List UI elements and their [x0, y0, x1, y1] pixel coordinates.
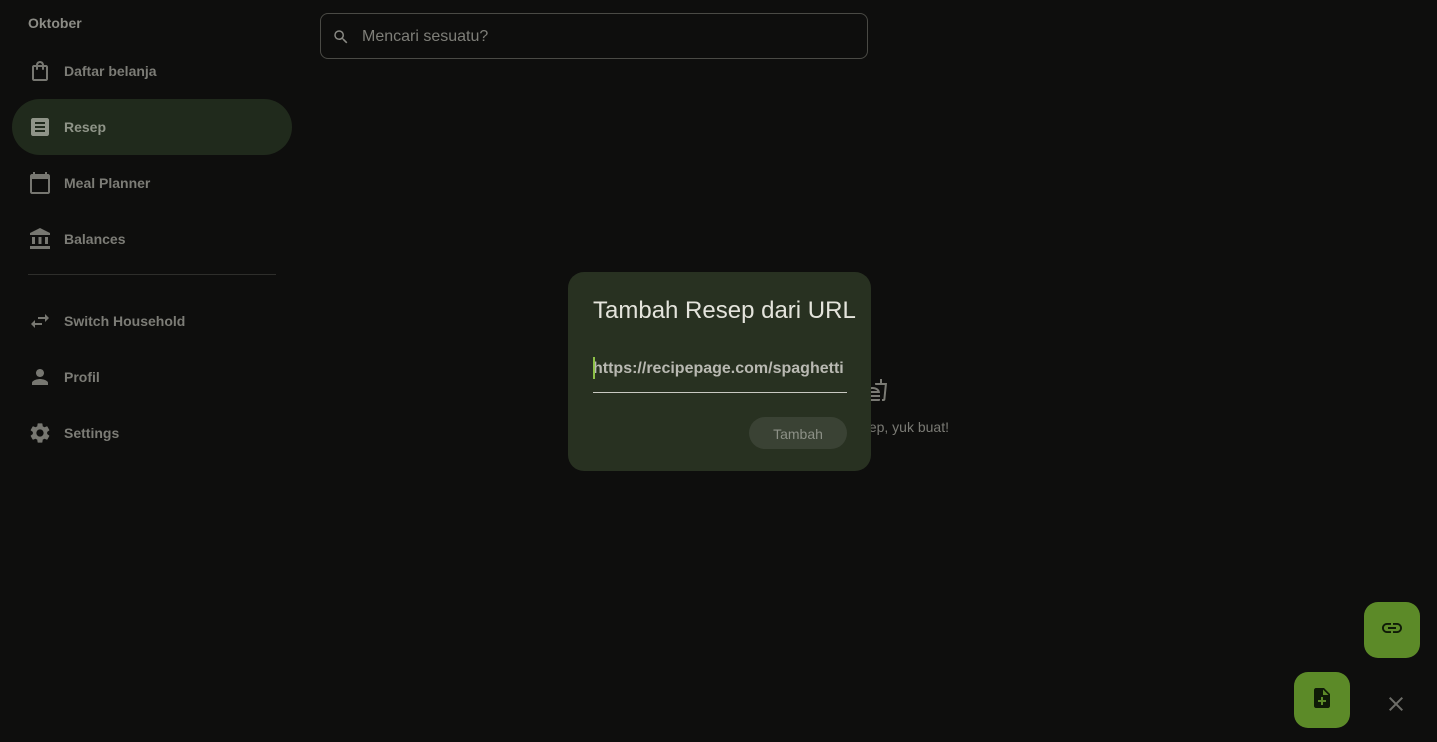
swap-icon — [28, 309, 52, 333]
search-bar[interactable] — [320, 13, 868, 60]
shopping-bag-icon — [28, 59, 52, 83]
calendar-icon — [28, 171, 52, 195]
search-input[interactable] — [360, 14, 854, 60]
url-field[interactable]: https://recipepage.com/spaghetti — [593, 356, 847, 393]
dialog-title: Tambah Resep dari URL — [593, 297, 856, 324]
sidebar-item-label: Settings — [64, 425, 120, 441]
url-input[interactable]: https://recipepage.com/spaghetti — [593, 360, 847, 378]
sidebar-item-label: Meal Planner — [64, 175, 151, 191]
sidebar-item-balances[interactable]: Balances — [12, 211, 292, 267]
sidebar-item-label: Profil — [64, 369, 100, 385]
sidebar-item-shopping-list[interactable]: Daftar belanja — [12, 43, 292, 99]
sidebar-item-profile[interactable]: Profil — [12, 349, 292, 405]
receipt-icon — [28, 115, 52, 139]
close-icon[interactable] — [1384, 692, 1408, 716]
sidebar-divider — [28, 274, 276, 275]
add-recipe-url-dialog: Tambah Resep dari URL https://recipepage… — [568, 272, 871, 471]
gear-icon — [28, 421, 52, 445]
add-from-url-fab[interactable] — [1364, 602, 1420, 658]
add-button[interactable]: Tambah — [749, 417, 847, 449]
person-icon — [28, 365, 52, 389]
sidebar-item-label: Resep — [64, 119, 107, 135]
sidebar-item-meal-planner[interactable]: Meal Planner — [12, 155, 292, 211]
search-icon — [332, 28, 350, 46]
sidebar-item-label: Switch Household — [64, 313, 186, 329]
sidebar: Oktober Daftar belanja Resep Meal Planne… — [0, 0, 304, 742]
new-recipe-fab[interactable] — [1294, 672, 1350, 728]
sidebar-item-recipes[interactable]: Resep — [12, 99, 292, 155]
link-icon — [1380, 616, 1404, 645]
text-caret — [593, 357, 595, 379]
household-name[interactable]: Oktober — [28, 15, 82, 31]
note-add-icon — [1310, 686, 1334, 715]
sidebar-item-settings[interactable]: Settings — [12, 405, 292, 461]
sidebar-item-label: Balances — [64, 231, 126, 247]
sidebar-item-switch-household[interactable]: Switch Household — [12, 293, 292, 349]
app: Oktober Daftar belanja Resep Meal Planne… — [0, 0, 1437, 742]
sidebar-item-label: Daftar belanja — [64, 63, 157, 79]
bank-icon — [28, 227, 52, 251]
